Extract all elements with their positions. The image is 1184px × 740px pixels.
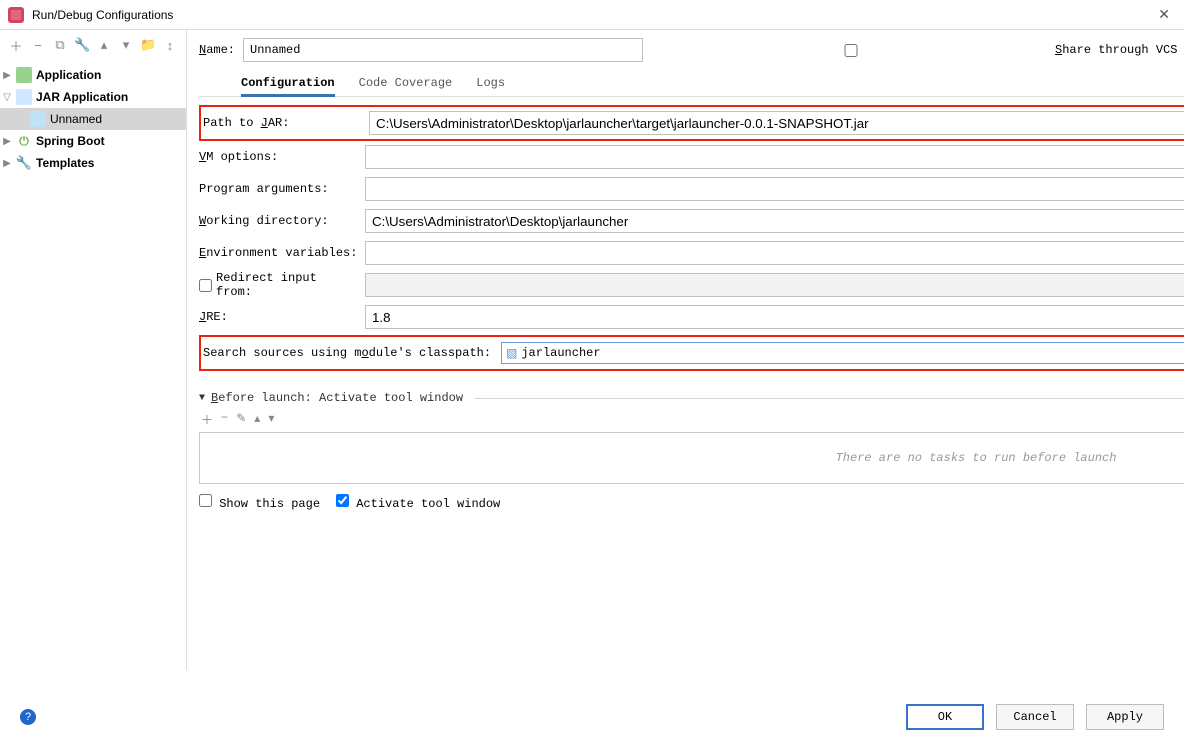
module-icon: ▧ [502, 346, 521, 361]
right-panel: Name: Share through VCS ? Allow parallel… [187, 30, 1184, 670]
close-icon[interactable]: ✕ [1152, 6, 1176, 23]
wrench-icon: 🔧 [16, 155, 32, 171]
up-icon[interactable]: ▴ [254, 411, 260, 428]
application-icon [16, 67, 32, 83]
redirect-input-label: Redirect input from: [199, 271, 359, 299]
chevron-down-icon: ▽ [0, 92, 14, 103]
cancel-button[interactable]: Cancel [996, 704, 1074, 730]
chevron-right-icon: ▶ [0, 70, 14, 81]
ok-button[interactable]: OK [906, 704, 984, 730]
chevron-right-icon: ▶ [0, 158, 14, 169]
vm-options-input[interactable] [365, 145, 1184, 169]
before-launch-title: Before launch: Activate tool window [211, 391, 463, 405]
dialog-footer: ? OK Cancel Apply [0, 694, 1184, 740]
remove-icon[interactable]: − [221, 411, 228, 428]
copy-icon[interactable]: ⧉ [52, 37, 68, 53]
search-highlight-box: Search sources using module's classpath:… [199, 335, 1184, 371]
activate-tool-window-checkbox[interactable]: Activate tool window [336, 494, 500, 511]
up-icon[interactable]: ▴ [96, 37, 112, 53]
share-vcs-checkbox[interactable]: Share through VCS [651, 43, 1177, 57]
name-label: Name: [199, 43, 235, 57]
sort-icon[interactable]: ↕ [162, 38, 178, 53]
program-args-input[interactable] [365, 177, 1184, 201]
module-select[interactable]: jarlauncher [521, 343, 1184, 363]
chevron-right-icon: ▶ [0, 136, 14, 147]
tree-item-templates[interactable]: ▶ 🔧 Templates [0, 152, 186, 174]
tree-item-unnamed[interactable]: ▶▶ Unnamed [0, 108, 186, 130]
tree-item-spring-boot[interactable]: ▶ ⏻ Spring Boot [0, 130, 186, 152]
title-bar: Run/Debug Configurations ✕ [0, 0, 1184, 30]
tree-item-application[interactable]: ▶ Application [0, 64, 186, 86]
before-launch-tasks: There are no tasks to run before launch [199, 432, 1184, 484]
program-args-label: Program arguments: [199, 182, 359, 196]
add-icon[interactable]: ＋ [8, 36, 24, 55]
chevron-down-icon[interactable]: ▼ [199, 393, 205, 404]
folder-icon[interactable]: 📁 [140, 37, 156, 53]
sidebar: ＋ − ⧉ 🔧 ▴ ▾ 📁 ↕ ▶ Application ▽ JAR Appl… [0, 30, 187, 670]
remove-icon[interactable]: − [30, 38, 46, 53]
spring-icon: ⏻ [16, 133, 32, 149]
down-icon[interactable]: ▾ [268, 411, 274, 428]
apply-button[interactable]: Apply [1086, 704, 1164, 730]
vm-options-label: VM options: [199, 150, 359, 164]
tab-code-coverage[interactable]: Code Coverage [359, 72, 453, 97]
jar-icon [16, 89, 32, 105]
path-highlight-box: Path to JAR: 📁 [199, 105, 1184, 141]
down-icon[interactable]: ▾ [118, 37, 134, 53]
window-title: Run/Debug Configurations [32, 8, 173, 22]
tabs: Configuration Code Coverage Logs 选择maven… [199, 72, 1184, 97]
redirect-checkbox[interactable] [199, 279, 212, 292]
path-jar-label: Path to JAR: [203, 116, 363, 130]
search-sources-label: Search sources using module's classpath: [203, 346, 495, 360]
app-icon [8, 7, 24, 23]
wrench-icon[interactable]: 🔧 [74, 37, 90, 53]
jre-input[interactable] [365, 305, 1184, 329]
add-icon[interactable]: ＋ [201, 411, 213, 428]
env-vars-input[interactable] [365, 241, 1184, 265]
env-vars-label: Environment variables: [199, 246, 359, 260]
help-icon[interactable]: ? [20, 709, 36, 725]
jre-label: JRE: [199, 310, 359, 324]
working-dir-input[interactable] [365, 209, 1184, 233]
config-icon [30, 111, 46, 127]
tab-configuration[interactable]: Configuration [241, 72, 335, 97]
path-jar-input[interactable] [369, 111, 1184, 135]
show-this-page-checkbox[interactable]: Show this page [199, 494, 320, 511]
tab-logs[interactable]: Logs [476, 72, 505, 97]
edit-icon[interactable]: ✎ [236, 411, 246, 428]
working-dir-label: Working directory: [199, 214, 359, 228]
redirect-input [365, 273, 1184, 297]
name-input[interactable] [243, 38, 643, 62]
sidebar-toolbar: ＋ − ⧉ 🔧 ▴ ▾ 📁 ↕ [0, 30, 186, 60]
config-tree: ▶ Application ▽ JAR Application ▶▶ Unnam… [0, 60, 186, 670]
tree-item-jar-application[interactable]: ▽ JAR Application [0, 86, 186, 108]
